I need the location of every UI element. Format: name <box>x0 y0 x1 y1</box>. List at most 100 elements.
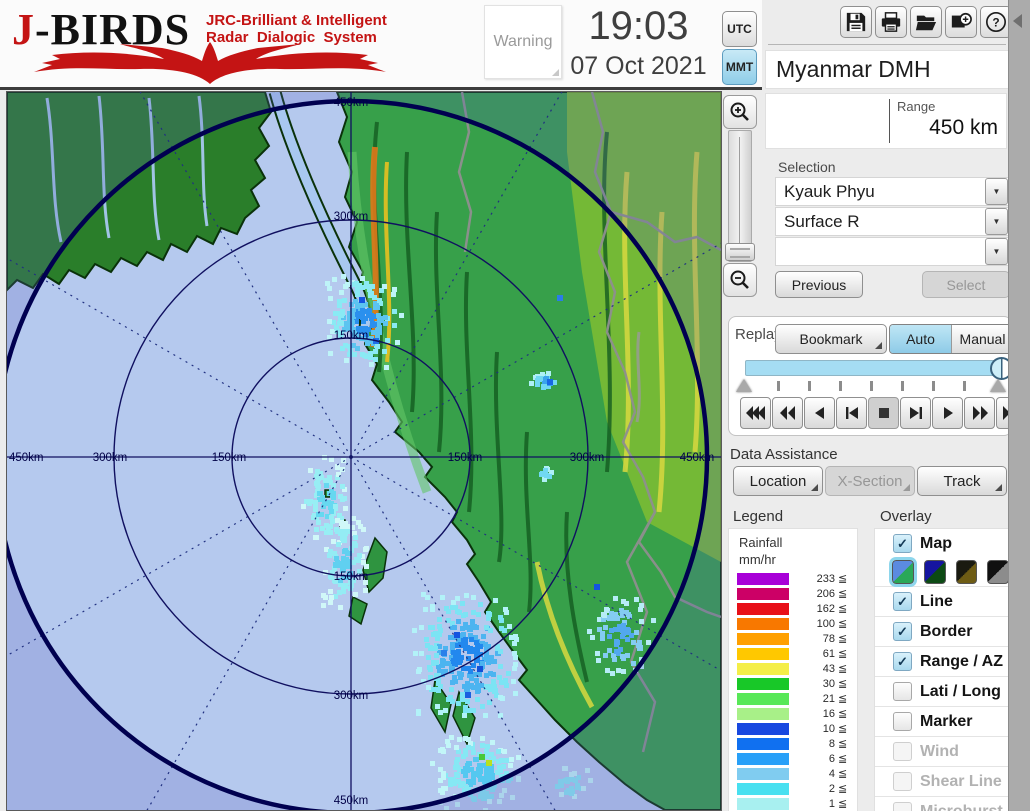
data-assistance-label: Data Assistance <box>730 446 838 463</box>
overlay-item-label: Line <box>920 593 953 611</box>
rain-intense-cell <box>359 297 365 303</box>
capture-button[interactable] <box>945 6 977 38</box>
map-style-swatch-selected[interactable] <box>892 560 914 584</box>
legend-color-swatch <box>737 618 789 630</box>
replay-range-end-marker[interactable] <box>990 379 1006 392</box>
checkbox[interactable] <box>893 742 912 761</box>
track-button[interactable]: Track <box>917 466 1007 496</box>
legend-color-swatch <box>737 588 789 600</box>
chevron-down-icon: ▼ <box>993 187 1001 196</box>
legend-color-swatch <box>737 738 789 750</box>
control-panel: ? Myanmar DMH Range 450 km Selection Kya… <box>722 0 1030 811</box>
overlay-item-microburst[interactable]: Microburst <box>875 796 1009 811</box>
overlay-item-map[interactable]: ✓Map <box>875 529 1009 558</box>
product-dropdown[interactable]: Surface R ▼ <box>775 207 1010 236</box>
warning-indicator[interactable]: Warning <box>484 5 562 79</box>
stop-button[interactable] <box>868 397 899 429</box>
legend-color-swatch <box>737 678 789 690</box>
site-dropdown-arrow[interactable]: ▼ <box>985 178 1008 205</box>
legend-lte-symbol: ≦ <box>838 722 847 735</box>
panel-collapse-strip[interactable] <box>1008 0 1030 811</box>
checkbox[interactable]: ✓ <box>893 534 912 553</box>
step-backward-icon <box>842 406 862 420</box>
overlay-label: Overlay <box>880 508 932 525</box>
legend-lte-symbol: ≦ <box>838 707 847 720</box>
overlay-item-line[interactable]: ✓ Line <box>875 586 1009 616</box>
save-button[interactable] <box>840 6 872 38</box>
range-label: Range <box>897 99 935 114</box>
checkbox[interactable] <box>893 712 912 731</box>
save-icon <box>845 11 867 33</box>
radar-map-viewport[interactable]: 450km300km150km150km300km450km450km300km… <box>6 91 722 811</box>
station-name: Myanmar DMH <box>765 50 1017 89</box>
manual-button[interactable]: Manual <box>951 325 1013 353</box>
map-style-swatch[interactable] <box>956 560 978 584</box>
product-dropdown-arrow[interactable]: ▼ <box>985 208 1008 235</box>
product-dropdown-value: Surface R <box>776 212 985 232</box>
overlay-item-shear-line[interactable]: Shear Line <box>875 766 1009 796</box>
rain-intense-cell <box>594 584 600 590</box>
option-dropdown[interactable]: ▼ <box>775 237 1010 266</box>
overlay-item-marker[interactable]: Marker <box>875 706 1009 736</box>
bookmark-button[interactable]: Bookmark <box>775 324 887 354</box>
legend-entry: 100≦ <box>729 616 857 631</box>
print-icon <box>880 11 902 33</box>
checkbox[interactable] <box>893 682 912 701</box>
rain-intense-cell <box>465 692 471 698</box>
legend-value: 100 <box>789 618 835 630</box>
rewind-button[interactable] <box>772 397 803 429</box>
rain-intense-cell <box>486 760 492 766</box>
location-button[interactable]: Location <box>733 466 823 496</box>
play-backward-button[interactable] <box>804 397 835 429</box>
overlay-item-lati-long[interactable]: Lati / Long <box>875 676 1009 706</box>
rain-intense-cell <box>441 650 447 656</box>
option-dropdown-arrow[interactable]: ▼ <box>985 238 1008 265</box>
legend-entry: 2≦ <box>729 781 857 796</box>
legend-lte-symbol: ≦ <box>838 782 847 795</box>
map-style-swatch[interactable] <box>987 560 1009 584</box>
overlay-item-range-az[interactable]: ✓Range / AZ <box>875 646 1009 676</box>
legend-color-swatch <box>737 633 789 645</box>
range-label: 150km <box>448 452 483 464</box>
step-forward-button[interactable] <box>900 397 931 429</box>
range-label: 300km <box>334 690 369 702</box>
overlay-item-border[interactable]: ✓Border <box>875 616 1009 646</box>
replay-range-start-marker[interactable] <box>736 379 752 392</box>
forward-button[interactable] <box>964 397 995 429</box>
select-button[interactable]: Select <box>922 271 1010 298</box>
stop-icon <box>874 406 894 420</box>
legend-entry: 6≦ <box>729 751 857 766</box>
step-backward-button[interactable] <box>836 397 867 429</box>
range-label: 150km <box>212 452 247 464</box>
overlay-item-label: Marker <box>920 713 972 731</box>
previous-button[interactable]: Previous <box>775 271 863 298</box>
chevron-down-icon: ▼ <box>993 247 1001 256</box>
site-dropdown-value: Kyauk Phyu <box>776 182 985 202</box>
legend-lte-symbol: ≦ <box>838 662 847 675</box>
fast-rewind-button[interactable] <box>740 397 771 429</box>
x-section-button[interactable]: X-Section <box>825 466 915 496</box>
site-dropdown[interactable]: Kyauk Phyu ▼ <box>775 177 1010 206</box>
open-folder-button[interactable] <box>910 6 942 38</box>
overlay-item-wind[interactable]: Wind <box>875 736 1009 766</box>
checkbox[interactable] <box>893 802 912 811</box>
checkbox[interactable]: ✓ <box>893 652 912 671</box>
legend-entry: 21≦ <box>729 691 857 706</box>
print-button[interactable] <box>875 6 907 38</box>
eagle-logo-icon <box>14 42 404 86</box>
play-forward-button[interactable] <box>932 397 963 429</box>
rewind-icon <box>778 406 798 420</box>
checkbox[interactable]: ✓ <box>893 622 912 641</box>
fast-rewind-icon <box>746 406 766 420</box>
replay-slider-track[interactable] <box>745 360 1001 376</box>
auto-button[interactable]: Auto <box>890 325 951 353</box>
collapse-arrow-icon[interactable] <box>1013 14 1022 28</box>
map-style-swatch[interactable] <box>924 560 946 584</box>
legend-value: 6 <box>789 753 835 765</box>
rain-intense-cell <box>547 379 553 385</box>
legend-entry: 30≦ <box>729 676 857 691</box>
checkbox[interactable]: ✓ <box>893 592 912 611</box>
checkbox[interactable] <box>893 772 912 791</box>
map-style-swatches <box>875 558 1009 586</box>
chevron-down-icon: ▼ <box>993 217 1001 226</box>
